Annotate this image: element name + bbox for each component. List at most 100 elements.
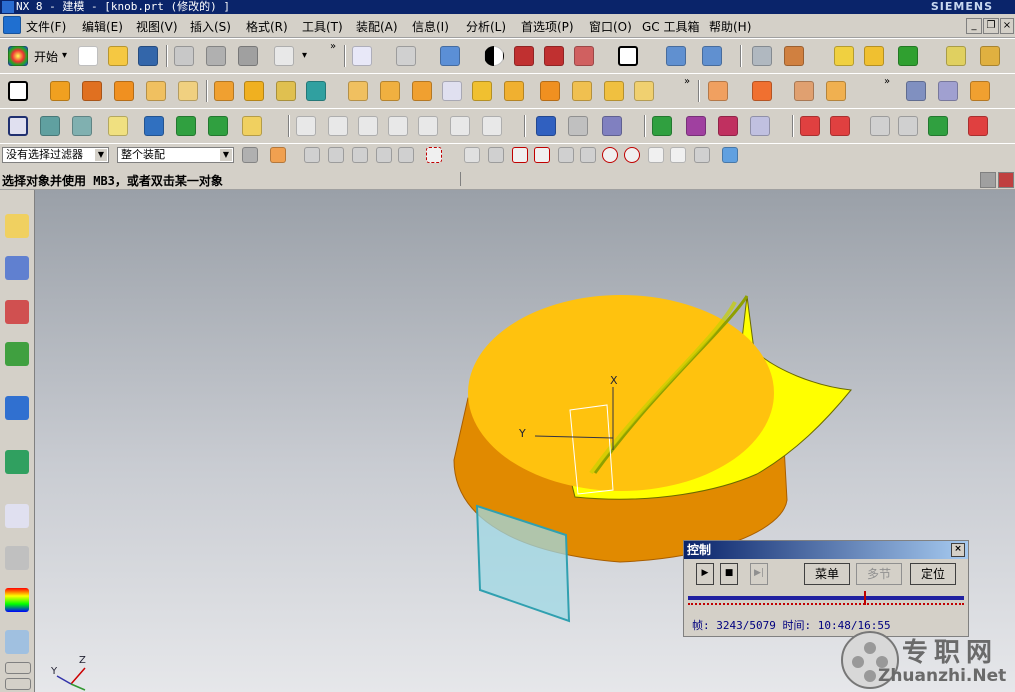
open-folder-icon[interactable] <box>108 46 128 66</box>
select-face-icon[interactable] <box>376 147 392 163</box>
undo-dropdown-icon[interactable]: ▾ <box>302 50 307 61</box>
start-icon[interactable] <box>8 46 28 66</box>
orient-view-icon[interactable] <box>666 46 686 66</box>
shell-icon[interactable] <box>442 81 462 101</box>
select-edge-icon[interactable] <box>398 147 414 163</box>
menu-format[interactable]: 格式(R) <box>246 18 288 35</box>
boss-icon[interactable] <box>178 81 198 101</box>
point-icon[interactable] <box>834 46 854 66</box>
panel-title-bar[interactable]: 控制 × <box>684 541 968 559</box>
check-icon[interactable] <box>652 116 672 136</box>
undo-selection-icon[interactable] <box>304 147 320 163</box>
stop-icon[interactable]: ■ <box>720 563 738 585</box>
unite-icon[interactable] <box>244 81 264 101</box>
control-point-icon[interactable] <box>534 147 550 163</box>
snap-icon[interactable] <box>864 46 884 66</box>
spreadsheet-icon[interactable] <box>536 116 556 136</box>
curve-icon[interactable] <box>296 116 316 136</box>
menu-preferences[interactable]: 首选项(P) <box>521 18 574 35</box>
menu-edit[interactable]: 编辑(E) <box>82 18 123 35</box>
menu-assembly[interactable]: 装配(A) <box>356 18 398 35</box>
cue-stop-icon[interactable] <box>998 172 1014 188</box>
intersect-icon[interactable] <box>306 81 326 101</box>
toolbar-overflow-icon[interactable]: » <box>884 76 890 87</box>
filter-icon[interactable] <box>242 147 258 163</box>
roles-icon[interactable] <box>5 630 29 654</box>
start-label[interactable]: 开始 <box>34 48 58 65</box>
menu-gc-toolbox[interactable]: GC 工具箱 <box>642 18 700 35</box>
cut-icon[interactable] <box>174 46 194 66</box>
type-filter-dropdown[interactable]: 没有选择过滤器 ▼ <box>2 147 109 163</box>
measure-icon[interactable] <box>946 46 966 66</box>
layer-icon[interactable] <box>618 46 638 66</box>
snap-point-icon[interactable] <box>464 147 480 163</box>
animation-icon[interactable] <box>718 116 738 136</box>
continuity-g2-icon[interactable] <box>418 116 438 136</box>
deviation-icon[interactable] <box>482 116 502 136</box>
measure-angle-icon[interactable] <box>980 46 1000 66</box>
menu-tools[interactable]: 工具(T) <box>302 18 343 35</box>
motion-icon[interactable] <box>750 116 770 136</box>
add-component-icon[interactable] <box>752 81 772 101</box>
analysis-icon[interactable] <box>970 81 990 101</box>
end-point-icon[interactable] <box>488 147 504 163</box>
run-journal-icon[interactable] <box>898 46 918 66</box>
menu-window[interactable]: 窗口(O) <box>589 18 632 35</box>
simulation-icon[interactable] <box>686 116 706 136</box>
arc-icon[interactable] <box>328 116 348 136</box>
restore-button[interactable]: ❐ <box>983 18 999 34</box>
undo-icon[interactable] <box>274 46 294 66</box>
continuity-g1-icon[interactable] <box>388 116 408 136</box>
datum-plane-icon[interactable] <box>8 116 28 136</box>
save-icon[interactable] <box>138 46 158 66</box>
nx-app-icon[interactable] <box>3 16 21 34</box>
tooling-icon[interactable] <box>602 116 622 136</box>
multi-section-button[interactable]: 多节 <box>856 563 902 585</box>
toolbar-overflow-icon[interactable]: » <box>330 41 336 52</box>
mate-icon[interactable] <box>794 81 814 101</box>
move-to-layer-icon[interactable] <box>72 116 92 136</box>
menu-view[interactable]: 视图(V) <box>136 18 178 35</box>
edit-section-icon[interactable] <box>574 46 594 66</box>
sweep-icon[interactable] <box>572 81 592 101</box>
palette-icon[interactable] <box>5 588 29 612</box>
render-style-icon[interactable] <box>396 46 416 66</box>
existing-point-icon[interactable] <box>648 147 664 163</box>
through-curves-icon[interactable] <box>938 81 958 101</box>
continuity-g0-icon[interactable] <box>358 116 378 136</box>
step-icon[interactable]: ▶| <box>750 563 768 585</box>
step-back-icon[interactable] <box>830 116 850 136</box>
surface-icon[interactable] <box>906 81 926 101</box>
scroll-down-icon[interactable] <box>5 678 31 690</box>
rewind-icon[interactable] <box>800 116 820 136</box>
part-navigator-icon[interactable] <box>752 46 772 66</box>
subtract-icon[interactable] <box>276 81 296 101</box>
select-body-icon[interactable] <box>352 147 368 163</box>
cue-options-icon[interactable] <box>980 172 996 188</box>
spring-icon[interactable] <box>568 116 588 136</box>
pattern-icon[interactable] <box>214 81 234 101</box>
history-icon[interactable] <box>5 450 29 474</box>
copy-icon[interactable] <box>206 46 226 66</box>
edge-blend-icon[interactable] <box>348 81 368 101</box>
clock-icon[interactable] <box>5 504 29 528</box>
menu-analysis[interactable]: 分析(L) <box>466 18 506 35</box>
fit-view-icon[interactable] <box>352 46 372 66</box>
section-view-icon[interactable] <box>514 46 534 66</box>
menu-button[interactable]: 菜单 <box>804 563 850 585</box>
close-button[interactable]: × <box>1000 18 1014 34</box>
blank-icon[interactable] <box>176 116 196 136</box>
web-browser-icon[interactable] <box>5 396 29 420</box>
background-icon[interactable] <box>484 46 504 66</box>
menu-info[interactable]: 信息(I) <box>412 18 449 35</box>
bounded-grid-icon[interactable] <box>722 147 738 163</box>
paste-icon[interactable] <box>238 46 258 66</box>
minimize-button[interactable]: _ <box>966 18 982 34</box>
exploded-view-icon[interactable] <box>826 81 846 101</box>
draft-icon[interactable] <box>412 81 432 101</box>
menu-file[interactable]: 文件(F) <box>26 18 66 35</box>
sketch-icon[interactable] <box>8 81 28 101</box>
arc-center-icon[interactable] <box>602 147 618 163</box>
trim-body-icon[interactable] <box>472 81 492 101</box>
assembly-navigator-icon[interactable] <box>5 214 29 238</box>
